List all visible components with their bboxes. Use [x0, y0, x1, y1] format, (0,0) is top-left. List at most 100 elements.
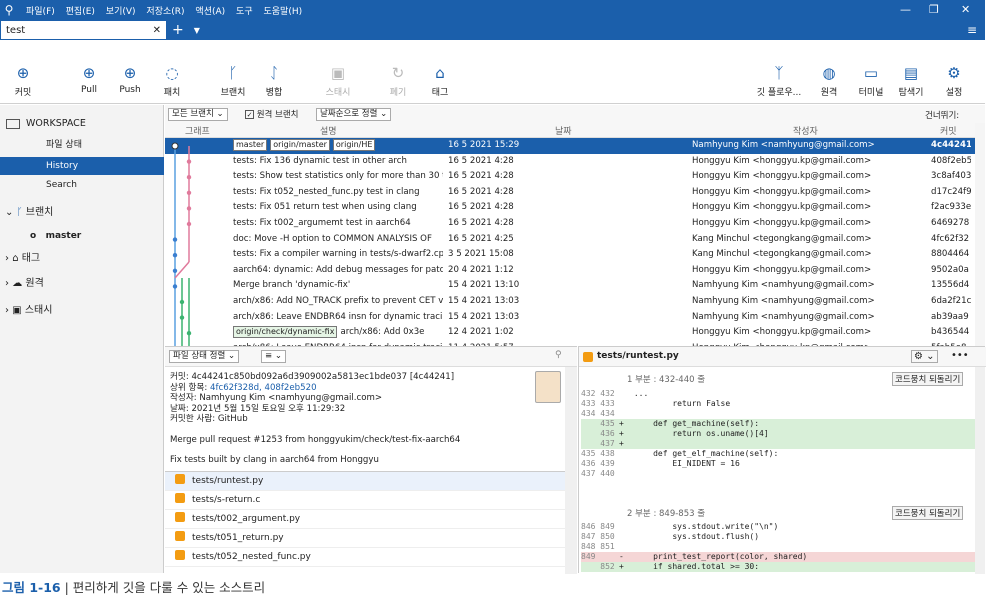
new-tab-icon[interactable]: + [172, 22, 184, 38]
close-icon[interactable]: ✕ [961, 3, 970, 16]
menu-view[interactable]: 보기(V) [106, 7, 136, 17]
push-button[interactable]: ⊕ Push [107, 40, 153, 104]
merge-label: 병합 [265, 88, 283, 98]
changed-file-item[interactable]: tests/t002_argument.py [165, 510, 565, 529]
commit-row[interactable]: tests: Show test statistics only for mor… [165, 169, 975, 185]
menu-help[interactable]: 도움말(H) [263, 7, 302, 17]
revert-hunk-2-button[interactable]: 코드뭉치 되돌리기 [892, 506, 964, 520]
menu-file[interactable]: 파일(F) [26, 7, 55, 17]
commit-row[interactable]: arch/x86: Leave ENDBR64 insn for dynamic… [165, 310, 975, 326]
fetch-button[interactable]: ◌ 패치 [149, 40, 195, 104]
stash-button[interactable]: ▣ 스태시 [315, 40, 361, 104]
sidebar-tags[interactable]: › ⌂ 태그 [0, 250, 164, 268]
menu-edit[interactable]: 편집(E) [66, 7, 95, 17]
col-graph[interactable]: 그래프 [185, 124, 210, 137]
stash-icon: ▣ [330, 64, 346, 82]
date-line: 날짜: 2021년 5월 15일 토요일 오후 11:29:32 [170, 403, 346, 414]
commit-row[interactable]: tests: Fix 051 return test when using cl… [165, 200, 975, 216]
branch-tag[interactable]: origin/HE [332, 139, 376, 151]
diff-scrollbar[interactable] [975, 367, 985, 574]
git-flow-button[interactable]: ᛉ 깃 플로우... [752, 40, 806, 104]
more-options-icon[interactable]: ••• [951, 350, 969, 361]
commit-author: Honggyu Kim <honggyu.kp@gmail.com> [692, 218, 872, 228]
sidebar-branch-master[interactable]: o master [0, 227, 164, 245]
sidebar-stashes[interactable]: › ▣ 스태시 [0, 302, 164, 320]
commit-button[interactable]: ⊕ 커밋 [0, 40, 46, 104]
diff-options-gear-icon[interactable]: ⚙ ⌄ [911, 350, 938, 363]
branch-tag[interactable]: origin/master [270, 139, 330, 151]
changed-file-item[interactable]: tests/runtest.py [165, 472, 565, 491]
sort-dropdown[interactable]: 날짜순으로 정렬 ⌄ [316, 108, 392, 121]
restore-icon[interactable]: ❐ [929, 3, 939, 16]
minimize-icon[interactable]: — [900, 3, 911, 16]
commit-row[interactable]: tests: Fix t002_argumemt test in aarch64… [165, 216, 975, 232]
file-sort-label: 파일 상태 정렬 [173, 351, 226, 361]
menu-repository[interactable]: 저장소(R) [146, 7, 184, 17]
commit-row[interactable]: origin/check/dynamic-fix arch/x86: Add 0x… [165, 325, 975, 341]
history-scrollbar[interactable] [975, 123, 985, 346]
avatar [535, 371, 561, 403]
commit-hash: 6469278 [931, 218, 970, 228]
commit-row[interactable]: tests: Fix 136 dynamic test in other arc… [165, 154, 975, 170]
explorer-label: 탐색기 [898, 88, 924, 98]
menu-tools[interactable]: 도구 [236, 7, 253, 17]
commit-row[interactable]: tests: Fix a compiler warning in tests/s… [165, 247, 975, 263]
terminal-icon: ▭ [863, 64, 879, 82]
repo-tab[interactable]: test ✕ [1, 21, 166, 39]
settings-button[interactable]: ⚙ 설정 [931, 40, 977, 104]
tab-close-icon[interactable]: ✕ [153, 25, 161, 36]
commit-row[interactable]: tests: Fix t052_nested_func.py test in c… [165, 185, 975, 201]
col-description[interactable]: 설명 [320, 124, 337, 137]
branch-tag[interactable]: origin/check/dynamic-fix [233, 326, 338, 339]
parents-link[interactable]: 4fc62f328d, 408f2eb520 [210, 383, 317, 393]
commit-date: 3 5 2021 15:08 [448, 249, 514, 260]
diff-sign: + [619, 562, 624, 571]
merge-button[interactable]: ᛇ 병합 [251, 40, 297, 104]
sidebar-branches[interactable]: ⌄ ᚴ 브랜치 [0, 204, 164, 222]
branch-tag[interactable]: master [233, 139, 268, 151]
branch-filter-dropdown[interactable]: 모든 브랜치 ⌄ [168, 108, 228, 121]
commit-row[interactable]: master origin/master origin/HE 16 5 2021 15… [165, 138, 975, 154]
sidebar-remotes[interactable]: › ☁ 원격 [0, 275, 164, 293]
plus-circle-icon: ⊕ [16, 64, 30, 82]
commit-date: 16 5 2021 15:29 [448, 140, 520, 150]
sidebar-item-history[interactable]: History [0, 157, 164, 175]
sidebar-item-file-status[interactable]: 파일 상태 [0, 136, 164, 154]
explorer-button[interactable]: ▤ 탐색기 [888, 40, 934, 104]
commit-row[interactable]: arch/x86: Add NO_TRACK prefix to prevent… [165, 294, 975, 310]
remote-button[interactable]: ◍ 원격 [806, 40, 852, 104]
col-date[interactable]: 날짜 [555, 124, 572, 137]
commit-label: 커밋 [14, 88, 32, 98]
commit-row[interactable]: Merge branch 'dynamic-fix' 15 4 2021 13:1… [165, 278, 975, 294]
discard-button[interactable]: ↻ 폐기 [375, 40, 421, 104]
file-sort-dropdown[interactable]: 파일 상태 정렬 ⌄ [169, 350, 240, 363]
commit-date: 16 5 2021 4:28 [448, 218, 514, 228]
col-commit[interactable]: 커밋 [940, 124, 957, 137]
list-view-dropdown[interactable]: ≡ ⌄ [261, 350, 286, 363]
line-numbers: 433 433 [581, 399, 615, 408]
diff-sign: - [619, 552, 624, 561]
diff-file-name: tests/runtest.py [597, 351, 679, 361]
tab-dropdown-icon[interactable]: ▼ [194, 26, 200, 35]
commit-date: 15 4 2021 13:10 [448, 280, 520, 291]
remote-branches-checkbox[interactable]: ✓ 원격 브랜치 [245, 108, 299, 120]
tag-icon: ⌂ [12, 253, 19, 264]
diff-code: ... [629, 389, 649, 398]
search-icon[interactable]: ⚲ [555, 350, 562, 360]
branch-button[interactable]: ᚴ 브랜치 [210, 40, 256, 104]
detail-scrollbar[interactable] [565, 367, 577, 574]
changed-file-item[interactable]: tests/s-return.c [165, 491, 565, 510]
commit-row[interactable]: doc: Move -H option to COMMON ANALYSIS O… [165, 232, 975, 248]
line-numbers: 847 850 [581, 532, 615, 541]
revert-hunk-1-button[interactable]: 코드뭉치 되돌리기 [892, 372, 964, 386]
tag-button[interactable]: ⌂ 태그 [417, 40, 463, 104]
menu-actions[interactable]: 액션(A) [195, 7, 225, 17]
detail-toolbar: 파일 상태 정렬 ⌄ ≡ ⌄ ⚲ [165, 347, 577, 367]
col-author[interactable]: 작성자 [793, 124, 818, 137]
hamburger-menu-icon[interactable]: ≡ [967, 23, 977, 37]
changed-file-item[interactable]: tests/t051_return.py [165, 529, 565, 548]
changed-file-item[interactable]: tests/t052_nested_func.py [165, 548, 565, 567]
sidebar-item-search[interactable]: Search [0, 176, 164, 194]
commit-row[interactable]: aarch64: dynamic: Add debug messages for… [165, 263, 975, 279]
pull-button[interactable]: ⊕ Pull [66, 40, 112, 104]
